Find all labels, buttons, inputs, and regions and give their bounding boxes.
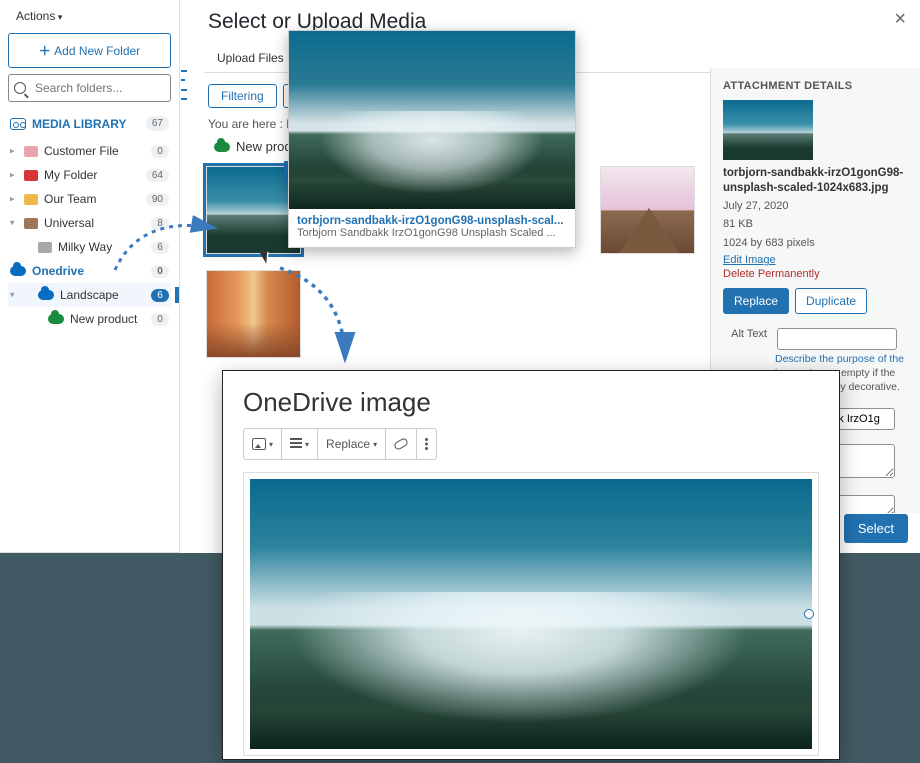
folder-our-team[interactable]: ▸Our Team90	[8, 187, 171, 211]
add-new-folder-button[interactable]: ＋ Add New Folder	[8, 33, 171, 68]
media-preview-tooltip: torbjorn-sandbakk-irzO1gonG98-unsplash-s…	[288, 30, 576, 248]
alt-text-input[interactable]	[777, 328, 897, 350]
image-icon	[252, 438, 266, 450]
breadcrumb-chip-new-product[interactable]: New produ	[214, 139, 299, 154]
more-icon	[425, 438, 428, 450]
details-date: July 27, 2020	[723, 198, 908, 215]
cloud-icon	[214, 142, 230, 152]
link-icon	[393, 437, 409, 451]
media-thumbnail-4[interactable]	[600, 166, 695, 254]
library-count: 67	[146, 116, 169, 131]
preview-subtitle: Torbjorn Sandbakk IrzO1gonG98 Unsplash S…	[297, 227, 567, 239]
alt-text-label: Alt Text	[723, 328, 767, 340]
onedrive-icon	[10, 266, 26, 276]
duplicate-button[interactable]: Duplicate	[795, 288, 867, 314]
actions-dropdown[interactable]: Actions	[8, 5, 70, 27]
folder-my-folder[interactable]: ▸My Folder64	[8, 163, 171, 187]
folder-customer-file[interactable]: ▸Customer File0	[8, 139, 171, 163]
details-thumbnail	[723, 100, 813, 160]
delete-permanently-link[interactable]: Delete Permanently	[723, 268, 908, 280]
replace-button[interactable]: Replace	[723, 288, 789, 314]
replace-dropdown[interactable]: Replace▾	[318, 429, 386, 459]
editor-page-title[interactable]: OneDrive image	[223, 371, 839, 428]
block-toolbar: ▾ ▾ Replace▾	[243, 428, 437, 460]
onedrive-icon	[38, 290, 54, 300]
align-icon	[290, 438, 302, 450]
folder-milky-way[interactable]: Milky Way6	[8, 235, 171, 259]
inserted-image	[250, 479, 812, 749]
search-icon	[14, 82, 26, 94]
edit-image-link[interactable]: Edit Image	[723, 254, 776, 266]
library-icon	[10, 118, 26, 130]
sidebar-resize-handle[interactable]	[181, 70, 187, 100]
folder-icon	[38, 242, 52, 253]
media-library-root[interactable]: MEDIA LIBRARY 67	[8, 112, 171, 135]
cloud-onedrive[interactable]: Onedrive0	[8, 259, 171, 283]
image-block[interactable]	[243, 472, 819, 756]
image-resize-handle[interactable]	[804, 609, 814, 619]
image-block-type-button[interactable]: ▾	[244, 429, 282, 459]
folder-icon	[24, 170, 38, 181]
close-button[interactable]: ×	[886, 4, 914, 35]
link-button[interactable]	[386, 429, 417, 459]
details-filename: torbjorn-sandbakk-irzO1gonG98-unsplash-s…	[723, 166, 908, 196]
preview-title: torbjorn-sandbakk-irzO1gonG98-unsplash-s…	[297, 215, 567, 227]
media-thumbnail-5[interactable]	[206, 270, 301, 358]
folder-sidebar: Actions ＋ Add New Folder MEDIA LIBRARY 6…	[0, 0, 180, 553]
folder-universal[interactable]: ▾Universal8	[8, 211, 171, 235]
align-button[interactable]: ▾	[282, 429, 318, 459]
cloud-icon	[48, 314, 64, 324]
media-thumbnail-1[interactable]: ✓	[206, 166, 301, 254]
details-dimensions: 1024 by 683 pixels	[723, 235, 908, 252]
folder-search-input[interactable]	[8, 74, 171, 102]
folder-icon	[24, 146, 38, 157]
cursor-icon	[262, 248, 276, 266]
filter-button[interactable]: Filtering	[208, 84, 277, 108]
block-editor-window: OneDrive image ▾ ▾ Replace▾	[222, 370, 840, 760]
tab-upload-files[interactable]: Upload Files	[204, 42, 297, 73]
preview-image	[289, 31, 575, 209]
details-heading: ATTACHMENT DETAILS	[723, 80, 908, 92]
cloud-folder-landscape[interactable]: ▾Landscape6	[8, 283, 171, 307]
selection-marker	[175, 287, 179, 303]
more-options-button[interactable]	[417, 429, 436, 459]
select-button[interactable]: Select	[844, 514, 908, 543]
folder-icon	[24, 218, 38, 229]
cloud-folder-new-product[interactable]: New product0	[8, 307, 171, 331]
folder-icon	[24, 194, 38, 205]
details-size: 81 KB	[723, 216, 908, 233]
